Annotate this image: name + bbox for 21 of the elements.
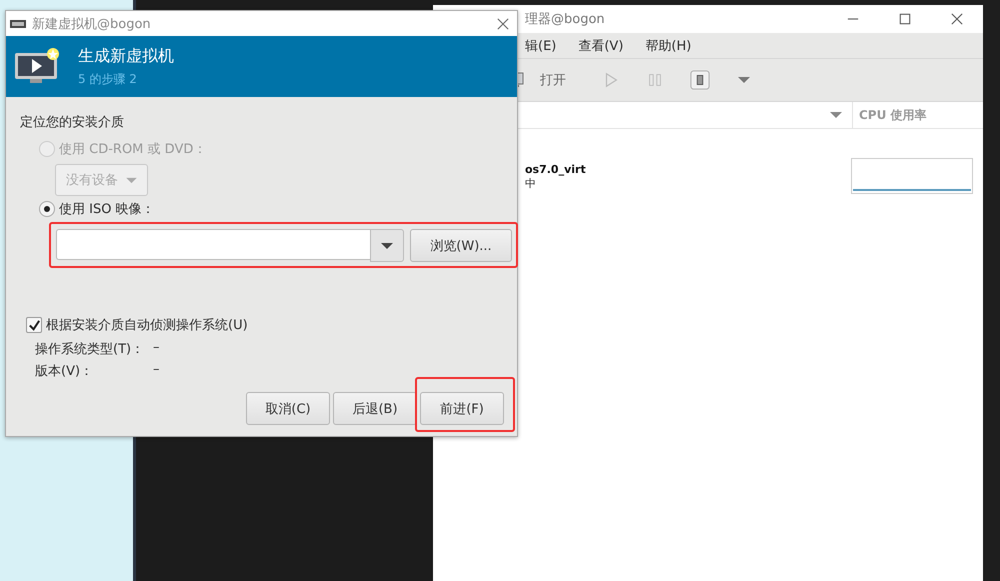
wizard-title: 生成新虚拟机 bbox=[78, 46, 174, 66]
detail-value: – bbox=[153, 362, 160, 379]
vm-name: os7.0_virt bbox=[525, 163, 587, 176]
step-label: 5 的步骤 2 bbox=[78, 70, 138, 88]
menu-item[interactable]: 辑(E) bbox=[525, 36, 556, 54]
detail-label: 版本(V)： bbox=[35, 363, 94, 380]
radio-label[interactable]: 使用 ISO 映像： bbox=[59, 200, 155, 218]
detail-value: – bbox=[153, 340, 160, 357]
wizard-button[interactable]: 取消(C) bbox=[246, 392, 330, 425]
window-title: 理器@bogon bbox=[525, 11, 606, 28]
window-title: 新建虚拟机@bogon bbox=[32, 16, 152, 32]
detail-label: 操作系统类型(T)： bbox=[35, 341, 146, 358]
vm-status: 中 bbox=[525, 176, 537, 191]
menu-item[interactable]: 查看(V) bbox=[578, 36, 624, 54]
checkbox-label[interactable]: 根据安装介质自动侦测操作系统(U) bbox=[46, 316, 248, 334]
browse-button[interactable]: 浏览(W)... bbox=[410, 229, 512, 262]
section-label: 定位您的安装介质 bbox=[20, 114, 125, 131]
menu-item[interactable]: 帮助(H) bbox=[645, 36, 692, 54]
wizard-button[interactable]: 前进(F) bbox=[420, 392, 504, 425]
open-button[interactable]: 打开 bbox=[540, 71, 566, 89]
wizard-button[interactable]: 后退(B) bbox=[333, 392, 417, 425]
